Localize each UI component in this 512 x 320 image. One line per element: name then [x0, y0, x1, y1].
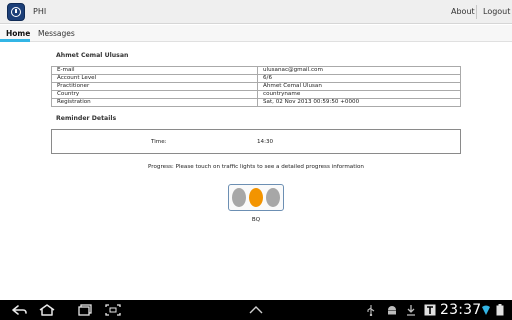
battery-icon	[496, 304, 504, 316]
table-row: Account Level 6/6	[51, 74, 461, 83]
tab-bar: Home Messages	[0, 25, 512, 42]
field-key-registration: Registration	[51, 98, 258, 107]
traffic-light-middle	[249, 188, 263, 207]
action-bar: PHI About Logout	[0, 0, 512, 24]
table-row: Registration Sat, 02 Nov 2013 00:59:50 +…	[51, 98, 461, 107]
home-icon[interactable]	[38, 303, 56, 317]
field-key-account-level: Account Level	[51, 74, 258, 83]
screenshot-icon[interactable]	[104, 303, 122, 317]
usb-icon	[367, 305, 375, 316]
field-key-practitioner: Practitioner	[51, 82, 258, 91]
field-value-registration: Sat, 02 Nov 2013 00:59:50 +0000	[257, 98, 461, 107]
tab-home[interactable]: Home	[6, 29, 30, 38]
back-icon[interactable]	[10, 303, 28, 317]
field-value-email: ulusanac@gmail.com	[257, 66, 461, 75]
about-button[interactable]: About	[451, 7, 475, 16]
field-value-country: countryname	[257, 90, 461, 99]
reminder-title: Reminder Details	[56, 115, 117, 122]
app-logo-icon[interactable]	[7, 3, 25, 21]
wifi-icon	[482, 305, 490, 315]
app-title: PHI	[33, 7, 47, 16]
table-row: Practitioner Ahmet Cemal Ulusan	[51, 82, 461, 91]
field-value-practitioner: Ahmet Cemal Ulusan	[257, 82, 461, 91]
status-clock: 23:37	[440, 302, 482, 318]
profile-details-table: E-mail ulusanac@gmail.com Account Level …	[51, 66, 461, 107]
field-key-country: Country	[51, 90, 258, 99]
field-key-email: E-mail	[51, 66, 258, 75]
table-row: Country countryname	[51, 90, 461, 99]
profile-name: Ahmet Cemal Ulusan	[56, 52, 129, 59]
active-tab-indicator	[0, 39, 30, 42]
android-debug-icon	[388, 306, 396, 315]
traffic-light-left	[232, 188, 246, 207]
table-row: E-mail ulusanac@gmail.com	[51, 66, 461, 75]
traffic-light-label: BQ	[251, 217, 261, 223]
reminder-time-label: Time:	[151, 139, 167, 145]
progress-text: Progress: Please touch on traffic lights…	[148, 164, 364, 170]
download-icon	[407, 305, 415, 316]
recent-apps-icon[interactable]	[76, 303, 94, 317]
action-divider	[476, 5, 477, 19]
text-input-icon	[424, 304, 436, 316]
chevron-up-icon[interactable]	[247, 303, 265, 317]
reminder-box: Time: 14:30	[51, 129, 461, 154]
traffic-light-right	[266, 188, 280, 207]
field-value-account-level: 6/6	[257, 74, 461, 83]
traffic-light-button[interactable]	[228, 184, 284, 211]
logout-button[interactable]: Logout	[483, 7, 510, 16]
tab-messages[interactable]: Messages	[38, 29, 75, 38]
reminder-time-value: 14:30	[257, 139, 274, 145]
system-nav-bar: 23:37	[0, 300, 512, 320]
